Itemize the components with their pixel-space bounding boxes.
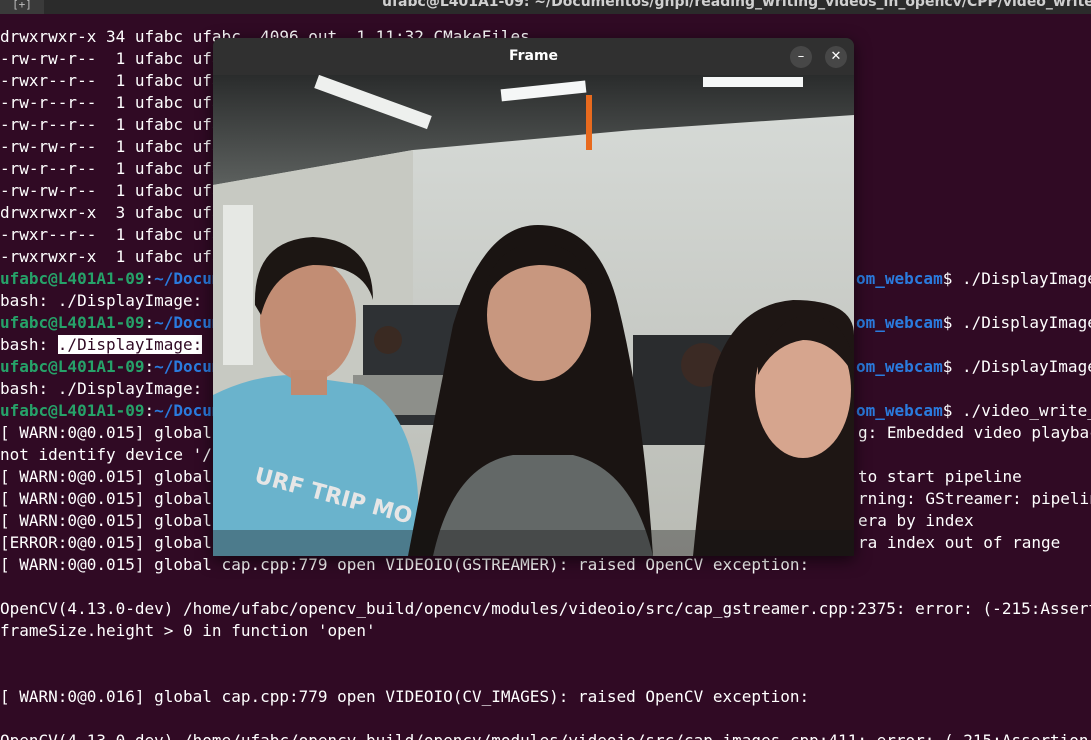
terminal-line-text: -rw-r--r-- 1 ufabc ufabc xyxy=(0,115,241,134)
terminal-line: bash: ./DisplayImage: xyxy=(0,334,203,356)
close-button[interactable]: ✕ xyxy=(825,46,847,68)
terminal-line-text: -rw-rw-r-- 1 ufabc ufabc xyxy=(0,137,241,156)
terminal-line: [ WARN:0@0.015] global xyxy=(0,488,212,510)
prompt-path-tail: om_webcam xyxy=(856,357,943,376)
terminal-line: bash: ./DisplayImage: xyxy=(0,378,202,400)
terminal-line-tail: $ ./video_write_ xyxy=(942,401,1091,420)
terminal-line-right: om_webcam$ ./video_write_ xyxy=(856,400,1091,422)
terminal-line: OpenCV(4.13.0-dev) /home/ufabc/opencv_bu… xyxy=(0,598,1091,620)
terminal-line: [ WARN:0@0.015] global xyxy=(0,466,212,488)
terminal-line-text: [ WARN:0@0.016] global cap.cpp:779 open … xyxy=(0,687,810,706)
terminal-line: not identify device '/ xyxy=(0,444,212,466)
terminal-line-text: OpenCV(4.13.0-dev) /home/ufabc/opencv_bu… xyxy=(0,599,1091,618)
terminal-line: [ WARN:0@0.016] global cap.cpp:779 open … xyxy=(0,686,809,708)
terminal-line: drwxrwxr-x 3 ufabc ufabc xyxy=(0,202,241,224)
terminal-line-text: -rwxr--r-- 1 ufabc ufabc xyxy=(0,71,241,90)
terminal-line-text: [ WARN:0@0.015] global xyxy=(0,423,212,442)
prompt-path-tail: om_webcam xyxy=(856,269,943,288)
terminal-line-text: -rw-rw-r-- 1 ufabc ufabc xyxy=(0,49,241,68)
terminal-line-tail: era by index xyxy=(858,511,974,530)
terminal-line-right: om_webcam$ ./DisplayImage xyxy=(856,312,1091,334)
terminal-line: -rw-r--r-- 1 ufabc ufabc xyxy=(0,92,241,114)
terminal-line-text: OpenCV(4.13.0-dev) /home/ufabc/opencv_bu… xyxy=(0,731,1091,740)
terminal-line-text: not identify device '/ xyxy=(0,445,212,464)
terminal-line-tail: rning: GStreamer: pipeline xyxy=(858,489,1091,508)
terminal-line: [ERROR:0@0.015] global xyxy=(0,532,212,554)
terminal-line-tail: $ ./DisplayImage xyxy=(942,313,1091,332)
terminal-line-right: om_webcam$ ./DisplayImage xyxy=(856,356,1091,378)
new-tab-button[interactable]: [+] xyxy=(0,0,44,14)
terminal-line-text: bash: xyxy=(0,335,58,354)
terminal-line-text: bash: ./DisplayImage: xyxy=(0,291,203,310)
terminal-line-text: frameSize.height > 0 in function 'open' xyxy=(0,621,376,640)
terminal-line-text: -rwxrwxr-x 1 ufabc ufabc xyxy=(0,247,241,266)
terminal-line-right: g: Embedded video playback xyxy=(858,422,1091,444)
terminal-window-title: ufabc@L401A1-09: ~/Documentos/gnpi/readi… xyxy=(382,0,1091,10)
terminal-line-text: -rw-rw-r-- 1 ufabc ufabc xyxy=(0,181,241,200)
terminal-line-tail: $ ./DisplayImage xyxy=(942,269,1091,288)
terminal-line: bash: ./DisplayImage: xyxy=(0,290,202,312)
terminal-line-text: -rwxr--r-- 1 ufabc ufabc xyxy=(0,225,241,244)
terminal-line-text: [ WARN:0@0.015] global xyxy=(0,511,212,530)
prompt-path-tail: om_webcam xyxy=(856,401,943,420)
terminal-line: -rw-rw-r-- 1 ufabc ufabc xyxy=(0,48,241,70)
terminal-line-tail: $ ./DisplayImage xyxy=(942,357,1091,376)
terminal-line: -rw-r--r-- 1 ufabc ufabc xyxy=(0,158,241,180)
terminal-line: [ WARN:0@0.015] global xyxy=(0,510,212,532)
terminal-line-text: [ERROR:0@0.015] global xyxy=(0,533,212,552)
terminal-line-text: -rw-r--r-- 1 ufabc ufabc xyxy=(0,93,241,112)
selected-text: ./DisplayImage: xyxy=(57,335,203,354)
terminal-titlebar: [+] ufabc@L401A1-09: ~/Documentos/gnpi/r… xyxy=(0,0,1091,14)
frame-window[interactable]: Frame – ✕ URF TRIP MO xyxy=(213,38,854,556)
prompt-path-tail: om_webcam xyxy=(856,313,943,332)
terminal-line-right: rning: GStreamer: pipeline xyxy=(858,488,1091,510)
terminal-line: -rw-rw-r-- 1 ufabc ufabc xyxy=(0,136,241,158)
webcam-video-frame: URF TRIP MO xyxy=(213,75,854,556)
frame-window-title: Frame xyxy=(508,48,559,64)
terminal-line-text: bash: ./DisplayImage: xyxy=(0,379,203,398)
terminal-line-right: era by index xyxy=(858,510,974,532)
terminal-line-tail: g: Embedded video playback xyxy=(858,423,1091,442)
terminal-line: -rwxrwxr-x 1 ufabc ufabc xyxy=(0,246,241,268)
prompt-user: ufabc@L401A1-09 xyxy=(0,313,145,332)
terminal-line: -rwxr--r-- 1 ufabc ufabc xyxy=(0,224,241,246)
terminal-line: -rwxr--r-- 1 ufabc ufabc xyxy=(0,70,241,92)
terminal-line-text: drwxrwxr-x 3 ufabc ufabc xyxy=(0,203,241,222)
terminal-line-text: [ WARN:0@0.015] global xyxy=(0,489,212,508)
terminal-line-tail: to start pipeline xyxy=(858,467,1022,486)
terminal-line-right: ra index out of range xyxy=(858,532,1060,554)
terminal-line-text: [ WARN:0@0.015] global cap.cpp:779 open … xyxy=(0,555,810,574)
terminal-line: [ WARN:0@0.015] global xyxy=(0,422,212,444)
terminal-line-text: -rw-r--r-- 1 ufabc ufabc xyxy=(0,159,241,178)
terminal-line-right: om_webcam$ ./DisplayImage xyxy=(856,268,1091,290)
webcam-image: URF TRIP MO xyxy=(213,75,854,556)
terminal-line: OpenCV(4.13.0-dev) /home/ufabc/opencv_bu… xyxy=(0,730,1091,740)
terminal-line-right: to start pipeline xyxy=(858,466,1022,488)
terminal-line-tail: ra index out of range xyxy=(858,533,1061,552)
terminal-line-text: [ WARN:0@0.015] global xyxy=(0,467,212,486)
terminal-line: -rw-r--r-- 1 ufabc ufabc xyxy=(0,114,241,136)
minimize-button[interactable]: – xyxy=(790,46,812,68)
prompt-user: ufabc@L401A1-09 xyxy=(0,269,145,288)
terminal-line: [ WARN:0@0.015] global cap.cpp:779 open … xyxy=(0,554,809,576)
prompt-user: ufabc@L401A1-09 xyxy=(0,357,145,376)
prompt-user: ufabc@L401A1-09 xyxy=(0,401,145,420)
terminal-line: -rw-rw-r-- 1 ufabc ufabc xyxy=(0,180,241,202)
terminal-line: frameSize.height > 0 in function 'open' xyxy=(0,620,376,642)
